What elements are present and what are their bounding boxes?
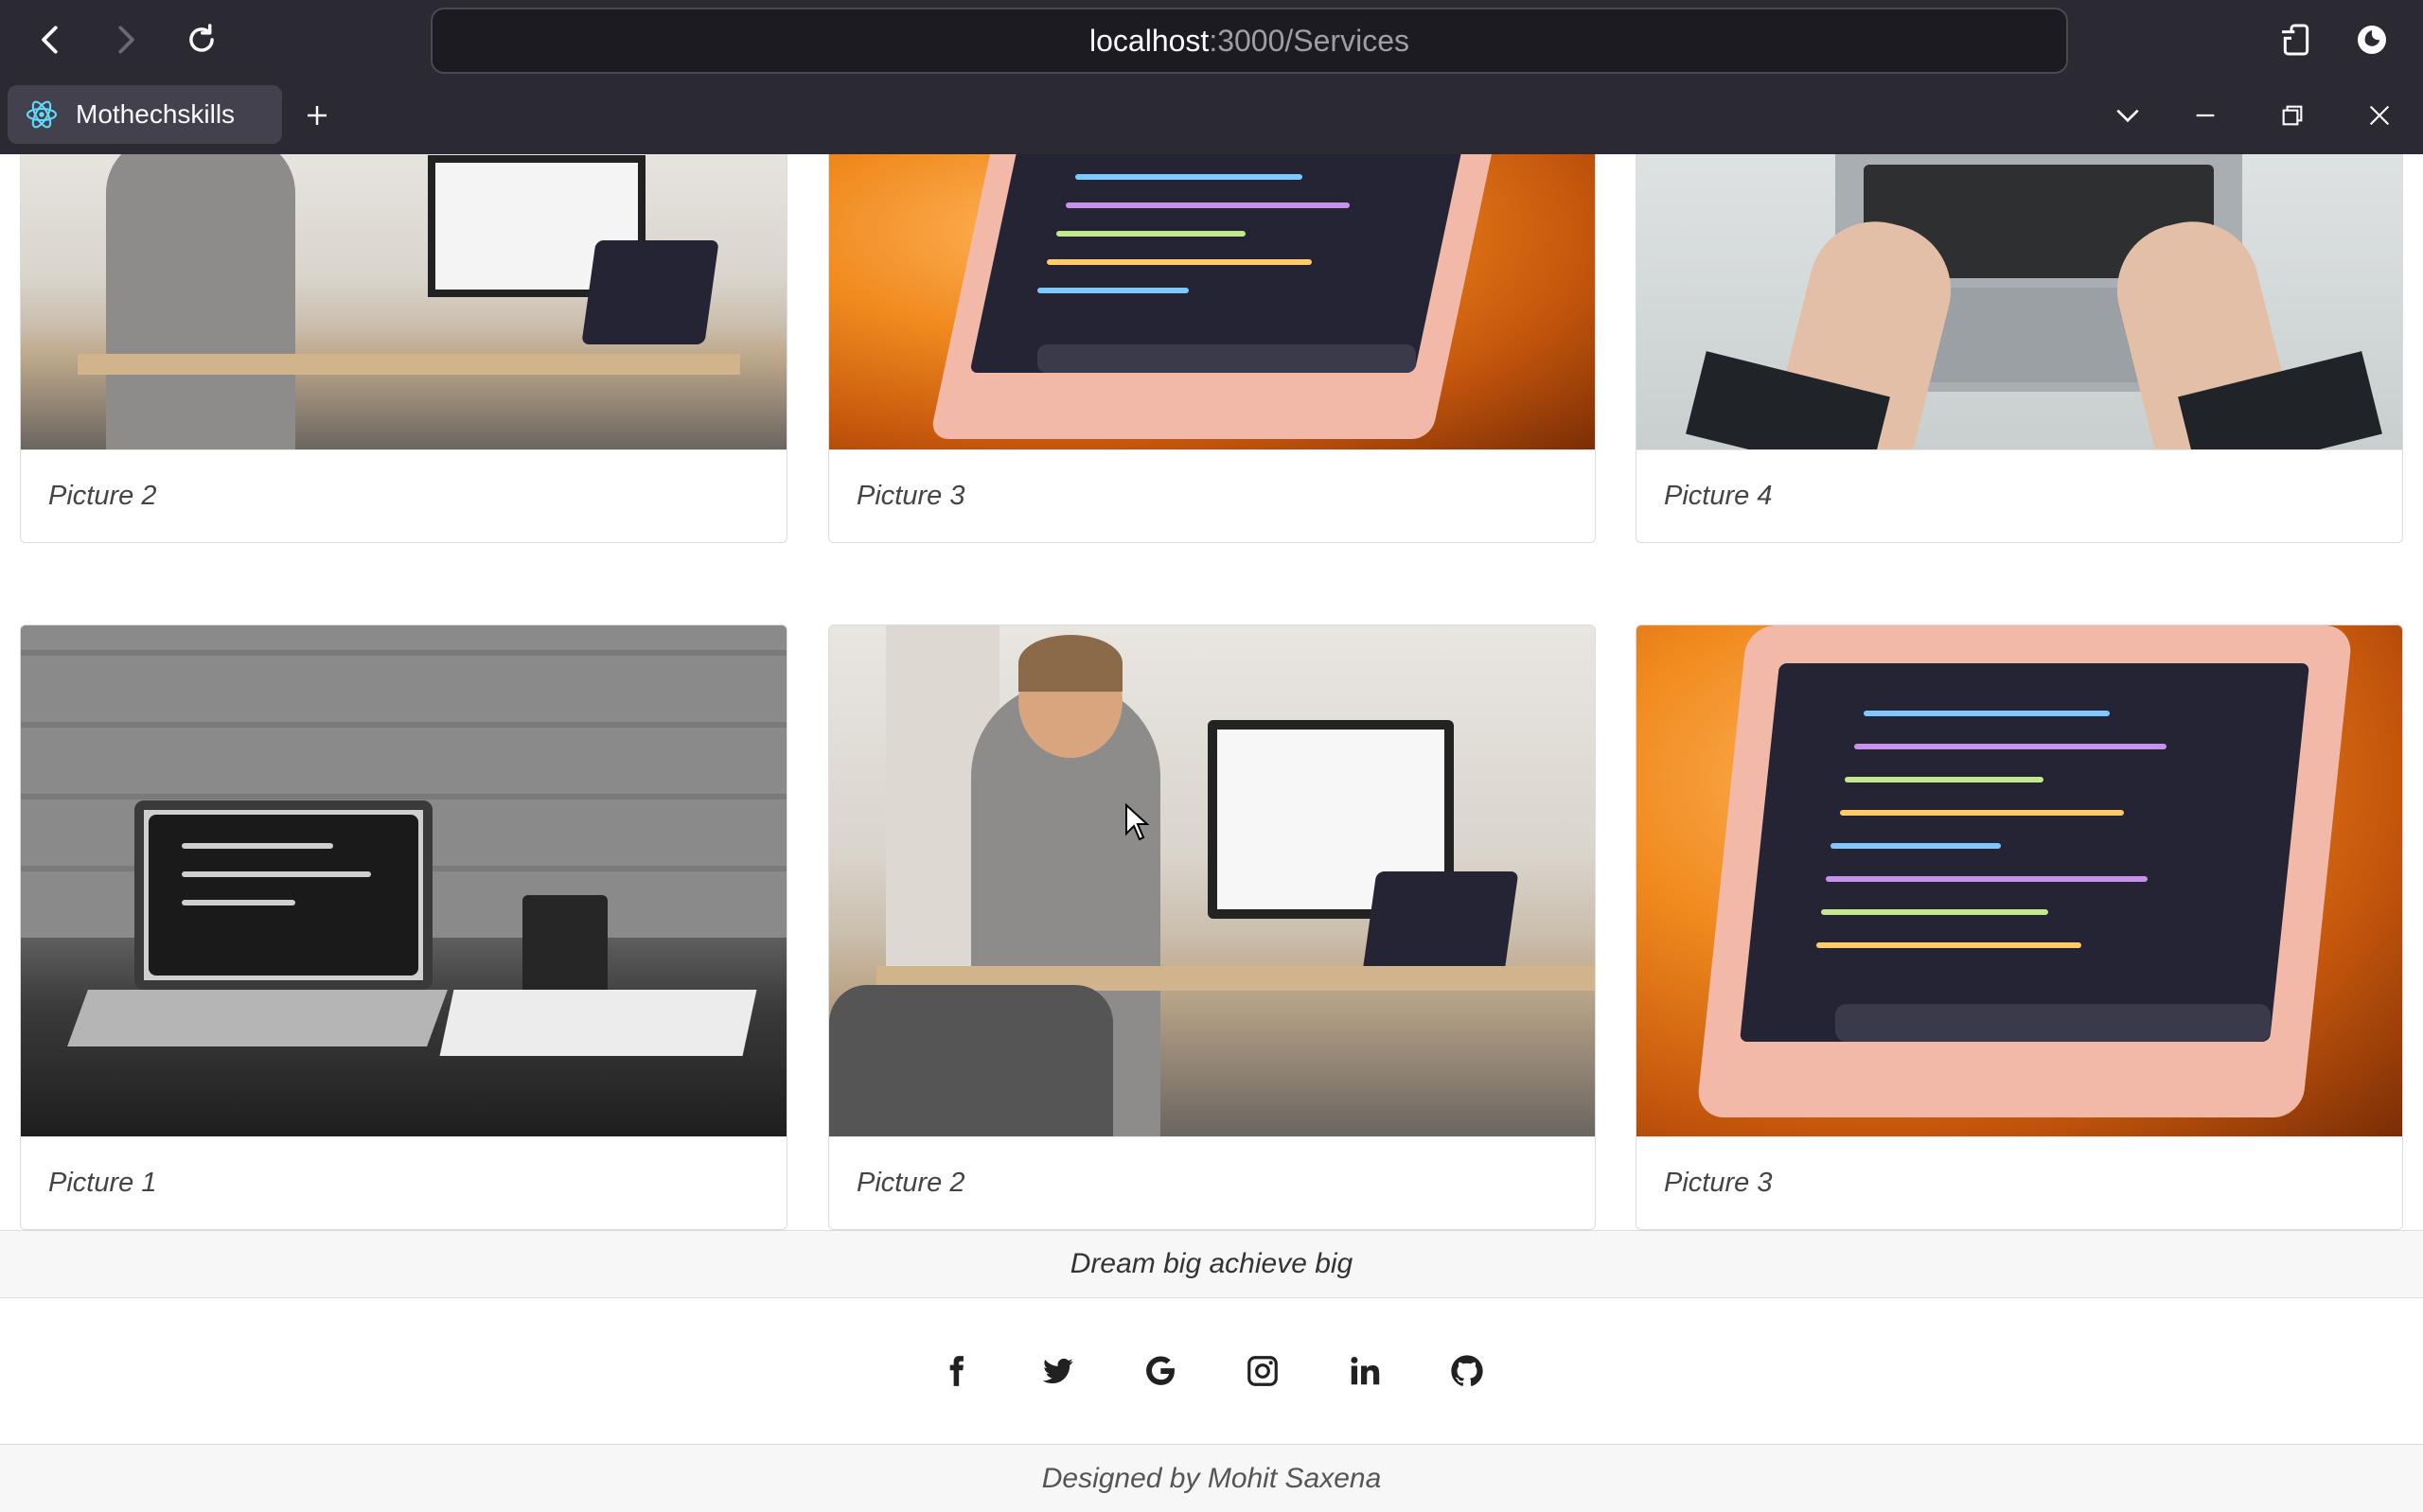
gallery-card[interactable]: Picture 1 <box>20 624 787 1230</box>
github-icon <box>1451 1355 1483 1386</box>
twitter-icon <box>1042 1358 1073 1384</box>
plus-icon <box>308 106 327 125</box>
share-icon <box>2282 24 2309 56</box>
twitter-link[interactable] <box>1038 1351 1078 1391</box>
footer-tagline: Dream big achieve big <box>0 1230 2423 1298</box>
card-caption: Picture 2 <box>829 1136 1595 1229</box>
gallery-card[interactable]: Picture 3 <box>828 154 1596 543</box>
gallery-card[interactable]: Picture 2 <box>828 624 1596 1230</box>
minimize-icon <box>2196 114 2215 117</box>
chevron-down-icon <box>2116 109 2139 123</box>
arrow-left-icon <box>42 26 58 54</box>
restore-icon <box>2282 105 2303 126</box>
photo-laptop-brick-wall <box>21 625 787 1136</box>
linkedin-link[interactable] <box>1345 1351 1385 1391</box>
gallery-card[interactable]: Picture 2 <box>20 154 787 543</box>
photo-laptop-code <box>1636 625 2402 1136</box>
card-caption: Picture 3 <box>1636 1136 2402 1229</box>
tab-mothechskills[interactable]: Mothechskills <box>8 85 282 144</box>
facebook-link[interactable] <box>936 1351 976 1391</box>
photo-laptop-code <box>829 154 1595 449</box>
reload-button[interactable] <box>173 11 230 68</box>
card-caption: Picture 2 <box>21 449 787 542</box>
page-viewport: Picture 2 Picture 3 Picture 4 Picture 1 … <box>0 154 2423 1512</box>
minimize-button[interactable] <box>2175 87 2236 144</box>
instagram-link[interactable] <box>1243 1351 1282 1391</box>
linkedin-icon <box>1351 1356 1380 1385</box>
extensions-button[interactable] <box>2268 11 2325 68</box>
address-bar[interactable]: localhost:3000/Services <box>431 8 2068 74</box>
instagram-icon <box>1247 1356 1278 1386</box>
social-links <box>0 1298 2423 1444</box>
tab-title: Mothechskills <box>76 99 236 129</box>
photo-person-at-desk <box>829 625 1595 1136</box>
google-icon <box>1146 1356 1176 1385</box>
restore-button[interactable] <box>2262 87 2323 144</box>
url-host: localhost <box>1089 23 1210 58</box>
url-path: :3000/Services <box>1209 23 1409 58</box>
footer-credit: Designed by Mohit Saxena <box>0 1444 2423 1512</box>
reload-icon <box>189 24 214 52</box>
close-icon <box>2369 105 2390 126</box>
forward-button[interactable] <box>97 11 153 68</box>
mouse-cursor-icon <box>1125 803 1150 841</box>
gallery-card[interactable]: Picture 4 <box>1636 154 2403 543</box>
browser-chrome: localhost:3000/Services Mothechskills <box>0 0 2423 154</box>
facebook-icon <box>949 1356 964 1386</box>
card-caption: Picture 3 <box>829 449 1595 542</box>
account-button[interactable] <box>2343 11 2400 68</box>
close-window-button[interactable] <box>2349 87 2410 144</box>
new-tab-button[interactable] <box>289 87 345 144</box>
github-link[interactable] <box>1447 1351 1487 1391</box>
firefox-account-icon <box>2358 26 2386 54</box>
react-logo-icon <box>25 97 59 132</box>
card-caption: Picture 4 <box>1636 449 2402 542</box>
photo-person-at-desk <box>21 154 787 449</box>
arrow-right-icon <box>118 26 134 54</box>
photo-hands-keyboard <box>1636 154 2402 449</box>
back-button[interactable] <box>23 11 80 68</box>
tab-list-button[interactable] <box>2097 87 2158 144</box>
gallery-card[interactable]: Picture 3 <box>1636 624 2403 1230</box>
google-link[interactable] <box>1141 1351 1180 1391</box>
card-caption: Picture 1 <box>21 1136 787 1229</box>
